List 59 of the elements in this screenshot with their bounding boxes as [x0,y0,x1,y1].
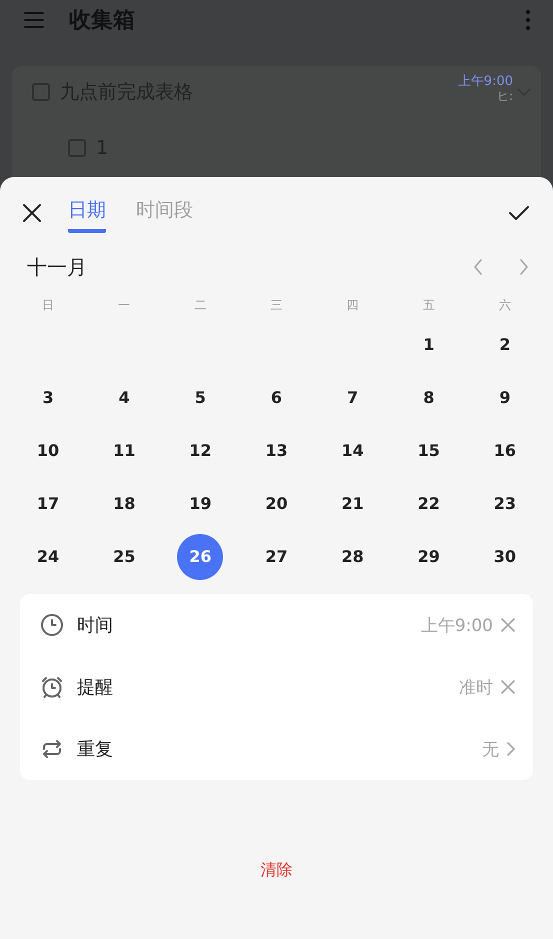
weekday-label: 一 [117,297,132,314]
checkbox[interactable] [68,139,86,157]
calendar-day[interactable]: 4 [101,374,148,420]
calendar-day[interactable]: 9 [482,374,528,420]
calendar-day[interactable]: 18 [101,480,148,526]
calendar-day[interactable]: 27 [253,534,300,580]
calendar-day[interactable]: 7 [330,374,376,420]
checkbox[interactable] [32,83,50,101]
calendar-day[interactable]: 3 [25,374,72,420]
calendar-day[interactable]: 11 [101,428,148,474]
more-icon[interactable] [525,9,531,31]
calendar-day[interactable]: 6 [253,374,300,420]
tab[interactable]: 日期 [68,193,106,233]
calendar-day[interactable]: 26 [177,534,224,580]
option-label: 提醒 [77,676,113,699]
option-label: 时间 [77,614,113,637]
calendar-day[interactable]: 1 [406,322,452,368]
calendar-day[interactable]: 23 [482,480,528,526]
calendar-day[interactable]: 19 [177,480,224,526]
month-title: 十一月 [27,254,88,280]
option-label: 重复 [77,738,113,761]
calendar-day[interactable]: 15 [406,428,452,474]
calendar-day[interactable]: 20 [253,480,300,526]
weekday-label: 四 [346,297,360,314]
previous-month-icon[interactable] [473,258,483,276]
calendar-day[interactable]: 10 [25,428,72,474]
clear-icon[interactable] [501,618,515,632]
repeat-icon [40,737,64,761]
calendar-day[interactable]: 28 [330,534,376,580]
calendar-day[interactable]: 13 [253,428,300,474]
clear-button[interactable]: 清除 [260,860,292,881]
calendar-day[interactable]: 12 [177,428,224,474]
due-time: 上午9:00 [458,75,513,89]
calendar-day[interactable]: 29 [406,534,452,580]
weekday-label: 五 [422,297,436,314]
clear-icon[interactable] [501,680,515,694]
calendar-day[interactable]: 22 [406,480,452,526]
weekday-label: 二 [193,297,208,314]
weekday-label: 日 [41,297,56,314]
option-value: 准时 [459,676,493,698]
calendar-day[interactable]: 30 [482,534,528,580]
due-text: ヒ: [496,89,513,103]
weekday-label: 六 [498,297,512,314]
calendar-day[interactable]: 14 [330,428,376,474]
weekday-label: 三 [269,297,284,314]
next-month-icon[interactable] [519,258,529,276]
option-value: 无 [482,738,499,760]
calendar-day[interactable]: 21 [330,480,376,526]
calendar-day[interactable]: 25 [101,534,148,580]
option-value: 上午9:00 [420,614,493,636]
alarm-clock-icon [40,675,64,699]
calendar-day[interactable]: 24 [25,534,72,580]
close-icon[interactable] [22,203,42,223]
calendar-day[interactable]: 8 [406,374,452,420]
calendar-day[interactable]: 5 [177,374,224,420]
calendar-day[interactable]: 16 [482,428,528,474]
clock-icon [40,613,64,637]
calendar-day[interactable]: 2 [482,322,528,368]
calendar-day[interactable]: 17 [25,480,72,526]
